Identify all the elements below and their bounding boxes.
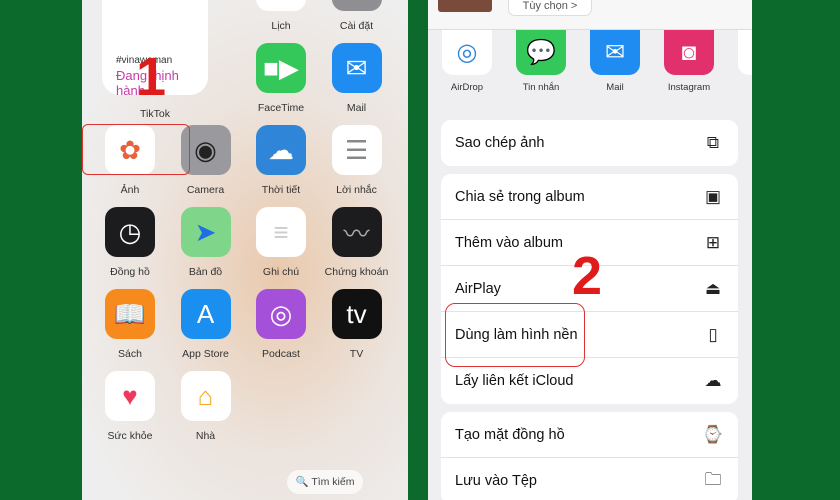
podcast-icon: ◎ [256,289,306,339]
video-camera-icon: ■▶ [256,43,306,93]
watch-icon: ⌚ [702,424,724,444]
step-number-2: 2 [572,246,603,306]
action-label: Tạo mặt đồng hồ [455,426,565,443]
app-label: Camera [186,184,225,196]
options-button[interactable]: Tùy chọn > [508,0,592,16]
share-target-label: Mail [606,82,624,93]
sheet-header: Tùy chọn > [428,0,752,30]
action-label: Lưu vào Tệp [455,473,537,489]
app-label: TikTok [140,108,170,120]
app-label: Sức khỏe [107,430,153,442]
app-7[interactable]: ☰ Lời nhắc [319,125,395,196]
share-target-label: Instagram [667,82,711,93]
action-label: Lấy liên kết iCloud [455,373,574,389]
copy-icon: ⧉ [706,133,720,152]
app-label: Ảnh [120,184,140,196]
airdrop-icon: ◎ [442,30,492,75]
envelope-icon: ✉ [331,43,382,93]
share-target-label: AirDrop [450,82,484,93]
share-target[interactable]: ◙ Instagram [654,30,724,93]
add-album-icon: ⊞ [705,232,721,252]
share-target[interactable]: 💬 Tin nhắn [506,30,576,93]
google-icon [738,30,752,75]
app-14[interactable]: ◎ Podcast [243,289,319,360]
step-number-1: 1 [136,47,167,107]
search-button[interactable]: 🔍 Tìm kiếm [287,470,363,494]
app-1[interactable]: ⚙ Cài đặt [319,0,395,32]
app-label: Bản đồ [188,266,223,278]
shared-album-icon: ▣ [704,186,722,206]
action-label: Sao chép ảnh [455,135,545,151]
messages-icon: 💬 [516,30,566,75]
app-15[interactable]: tv TV [319,289,395,360]
gear-icon: ⚙ [331,0,382,11]
highlight-photos [82,124,190,175]
action-label: Thêm vào album [455,234,563,251]
app-3[interactable]: ✉ Mail [319,43,395,114]
share-target-label: Tin nhắn [522,82,560,93]
app-11[interactable]: 〰 Chứng khoán [319,207,395,278]
app-label: Cài đặt [339,20,374,32]
app-9[interactable]: ➤ Bản đồ [168,207,244,278]
app-0[interactable]: 16 Lịch [243,0,319,32]
home-screen: #vinawoman Đang thịnh hành TikTok 16Lịch… [82,0,408,500]
maps-icon: ➤ [180,207,231,257]
action-row[interactable]: Sao chép ảnh ⧉ [441,120,738,166]
app-store-icon: A [180,289,231,339]
instagram-icon: ◙ [664,30,714,75]
app-13[interactable]: A App Store [168,289,244,360]
app-label: Lịch [271,20,291,32]
app-12[interactable]: 📖 Sách [92,289,168,360]
share-target[interactable]: ◎ AirDrop [432,30,502,93]
share-target-label: Goo [728,82,752,93]
cloud-link-icon: ☁ [704,371,722,390]
app-label: Lời nhắc [336,184,377,196]
app-label: App Store [182,348,229,360]
share-target[interactable]: ✉ Mail [580,30,650,93]
photo-thumbnail [438,0,492,12]
apple-tv-icon: tv [331,289,382,339]
app-8[interactable]: ◷ Đồng hồ [92,207,168,278]
action-row[interactable]: Tạo mặt đồng hồ ⌚ [441,412,738,458]
stocks-chart-icon: 〰 [331,207,382,257]
action-row[interactable]: Chia sẻ trong album ▣ [441,174,738,220]
envelope-icon: ✉ [590,30,640,75]
app-label: TV [349,348,364,360]
home-icon: ⌂ [180,371,231,421]
reminders-list-icon: ☰ [331,125,382,175]
action-group: Sao chép ảnh ⧉ [441,120,738,166]
highlight-wallpaper [445,303,585,367]
app-6[interactable]: ☁ Thời tiết [243,125,319,196]
calendar-icon: 16 [256,0,306,11]
folder-icon: 🗀 [704,469,722,489]
app-label: Thời tiết [261,184,301,196]
app-16[interactable]: ♥ Sức khỏe [92,371,168,442]
airplay-icon: ⏏ [704,278,722,298]
clock-icon: ◷ [105,207,155,257]
app-label: Mail [346,102,367,114]
heart-icon: ♥ [105,371,155,421]
action-label: Chia sẻ trong album [455,188,585,205]
share-target[interactable]: Goo [728,30,752,93]
action-row[interactable]: Lưu vào Tệp 🗀 [441,458,738,500]
action-group: Tạo mặt đồng hồ ⌚ Lưu vào Tệp 🗀 [441,412,738,500]
app-label: Đồng hồ [110,266,150,278]
app-label: Chứng khoán [324,266,389,278]
app-label: Nhà [195,430,216,442]
app-label: Podcast [262,348,300,360]
app-label: Ghi chú [262,266,300,278]
book-icon: 📖 [105,289,155,339]
weather-cloud-sun-icon: ☁ [256,125,306,175]
action-label: AirPlay [455,280,501,297]
app-label: FaceTime [257,102,305,114]
app-17[interactable]: ⌂ Nhà [168,371,244,442]
notes-icon: ≡ [256,207,306,257]
app-10[interactable]: ≡ Ghi chú [243,207,319,278]
app-label: Sách [118,348,142,360]
app-2[interactable]: ■▶ FaceTime [243,43,319,114]
phone-icon: ▯ [708,324,718,344]
